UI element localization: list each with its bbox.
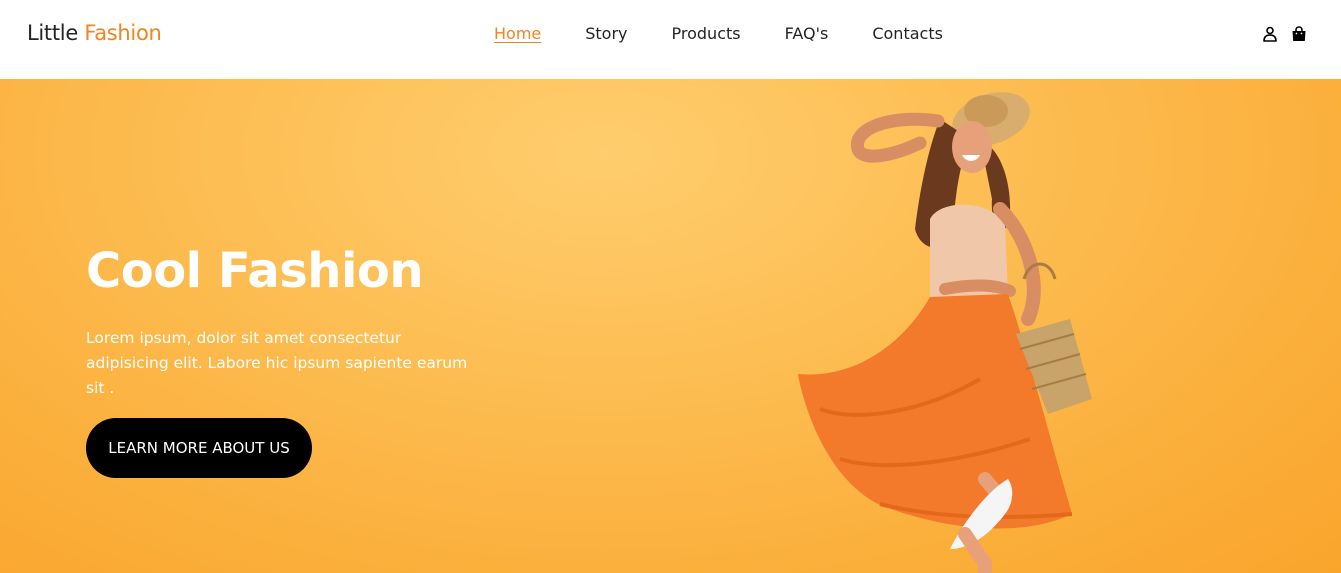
nav-link-story[interactable]: Story xyxy=(585,24,627,43)
navbar: Little Fashion Home Story Products FAQ's… xyxy=(0,0,1341,79)
brand-name-part1: Little xyxy=(27,21,78,45)
nav-link-contacts[interactable]: Contacts xyxy=(872,24,943,43)
nav-link-home[interactable]: Home xyxy=(494,24,541,43)
user-icon[interactable] xyxy=(1262,26,1278,42)
hero-title: Cool Fashion xyxy=(86,243,424,299)
hero-section: Cool Fashion Lorem ipsum, dolor sit amet… xyxy=(0,79,1341,573)
brand-logo[interactable]: Little Fashion xyxy=(27,21,162,45)
nav-link-faqs[interactable]: FAQ's xyxy=(785,24,829,43)
hero-model-image xyxy=(798,92,1092,573)
nav-link-products[interactable]: Products xyxy=(672,24,741,43)
brand-name-part2: Fashion xyxy=(84,21,162,45)
main-nav: Home Story Products FAQ's Contacts xyxy=(494,24,987,43)
shopping-bag-icon[interactable] xyxy=(1291,26,1307,42)
hero-description: Lorem ipsum, dolor sit amet consectetur … xyxy=(86,329,468,397)
nav-icons xyxy=(1262,26,1307,42)
learn-more-button[interactable]: LEARN MORE ABOUT US xyxy=(86,418,312,478)
